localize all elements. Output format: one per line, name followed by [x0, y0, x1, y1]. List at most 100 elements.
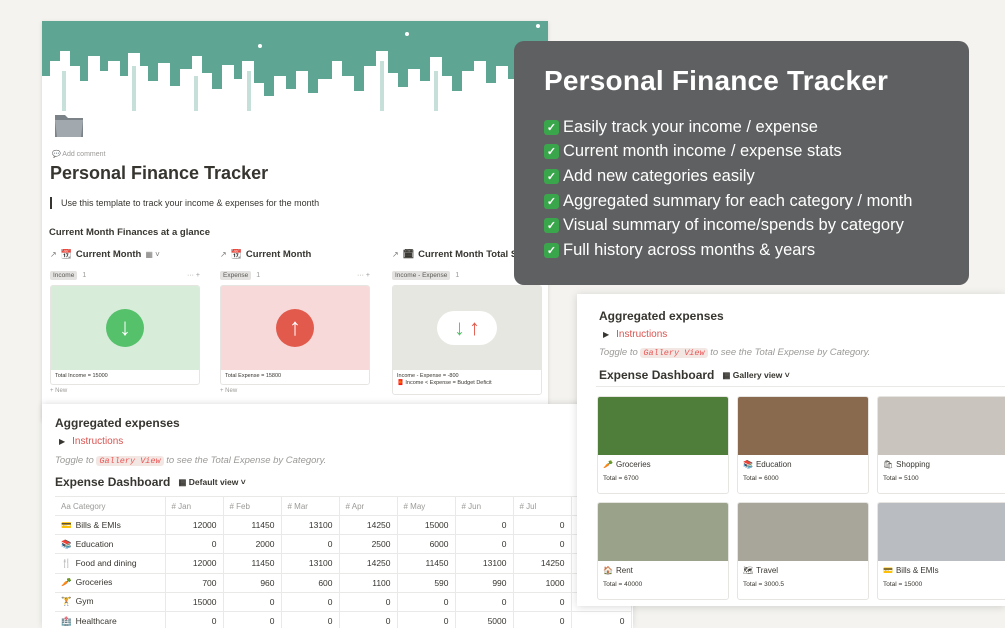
- value-cell[interactable]: 2000: [223, 534, 282, 555]
- category-cell[interactable]: 📚 Education: [55, 534, 166, 555]
- instructions-toggle[interactable]: ▶ Instructions: [603, 329, 667, 340]
- total-stats-card[interactable]: ↓ ↑ Income - Expense = -800 🧧 Income < Ex…: [392, 285, 542, 395]
- description-quote: Use this template to track your income &…: [50, 197, 319, 209]
- value-cell[interactable]: 1000: [513, 573, 572, 593]
- category-cell[interactable]: 💳 Bills & EMIs: [55, 515, 166, 536]
- value-cell[interactable]: 960: [223, 573, 282, 593]
- gallery-card[interactable]: 📚 Education Total = 6000: [737, 396, 869, 494]
- column-header[interactable]: # Mar: [281, 496, 340, 516]
- folder-icon[interactable]: [52, 107, 86, 141]
- expense-column-title[interactable]: ↗ 📆 Current Month: [220, 249, 370, 260]
- card-title-text: Rent: [615, 566, 633, 575]
- value-cell[interactable]: 0: [165, 534, 224, 555]
- expense-card[interactable]: ↑ Total Expense = 15800: [220, 285, 370, 385]
- category-icon: 💳: [61, 519, 72, 530]
- column-header[interactable]: # Apr: [339, 496, 398, 516]
- value-cell[interactable]: 600: [281, 573, 340, 593]
- income-card[interactable]: ↓ Total Income = 15000: [50, 285, 200, 385]
- value-cell[interactable]: 5000: [455, 611, 514, 628]
- value-cell[interactable]: 15000: [165, 592, 224, 612]
- card-title: 🥕 Groceries: [598, 455, 728, 469]
- column-header[interactable]: # Jan: [165, 496, 224, 516]
- category-cell[interactable]: 🥕 Groceries: [55, 573, 166, 593]
- more-options-icon[interactable]: ··· +: [187, 272, 200, 279]
- instructions-toggle[interactable]: ▶ Instructions: [59, 436, 123, 447]
- table-row[interactable]: 🏋 Gym 15000 0 0 0 0 0 0: [55, 592, 632, 612]
- calendar-icon: 📆: [230, 249, 242, 259]
- value-cell[interactable]: 13100: [455, 553, 514, 574]
- gallery-card[interactable]: 🗺 Travel Total = 3000.5: [737, 502, 869, 600]
- link-arrow-icon: ↗: [392, 250, 399, 259]
- table-row[interactable]: 🍴 Food and dining 12000 11450 13100 14250 1145…: [55, 553, 632, 574]
- value-cell[interactable]: 0: [281, 611, 340, 628]
- feature-item: ✓ Full history across months & years: [544, 238, 939, 263]
- category-icon: 🏋: [61, 596, 72, 607]
- feature-item: ✓ Aggregated summary for each category / …: [544, 189, 939, 214]
- value-cell[interactable]: 13100: [281, 553, 340, 574]
- value-cell[interactable]: 11450: [223, 553, 282, 574]
- value-cell[interactable]: 0: [513, 515, 572, 536]
- more-options-icon[interactable]: ··· +: [357, 272, 370, 279]
- value-cell[interactable]: 11450: [397, 553, 456, 574]
- new-item-button[interactable]: + New: [220, 388, 370, 394]
- value-cell[interactable]: 0: [281, 534, 340, 555]
- feature-item: ✓ Visual summary of income/spends by cate…: [544, 213, 939, 238]
- value-cell[interactable]: 0: [281, 592, 340, 612]
- new-item-button[interactable]: + New: [50, 388, 200, 394]
- value-cell[interactable]: 0: [513, 534, 572, 555]
- value-cell[interactable]: 990: [455, 573, 514, 593]
- value-cell[interactable]: 11450: [223, 515, 282, 536]
- table-row[interactable]: 🥕 Groceries 700 960 600 1100 590 990 1000: [55, 573, 632, 593]
- view-selector[interactable]: ▦ Default view ˅: [178, 477, 245, 488]
- value-cell[interactable]: 0: [571, 611, 632, 628]
- value-cell[interactable]: 12000: [165, 515, 224, 536]
- gallery-card[interactable]: 🛍 Shopping Total = 5100: [877, 396, 1005, 494]
- value-cell[interactable]: 0: [223, 592, 282, 612]
- card-cover-image: [878, 503, 1005, 561]
- category-cell[interactable]: 🏋 Gym: [55, 592, 166, 612]
- value-cell[interactable]: 0: [339, 592, 398, 612]
- value-cell[interactable]: 0: [165, 611, 224, 628]
- view-selector[interactable]: ▦ Gallery view ˅: [722, 370, 789, 381]
- column-header[interactable]: # Jun: [455, 496, 514, 516]
- gallery-card[interactable]: 🏠 Rent Total = 40000: [597, 502, 729, 600]
- income-column-title[interactable]: ↗ 📆 Current Month ▦ ˅: [50, 249, 200, 260]
- value-cell[interactable]: 0: [339, 611, 398, 628]
- gallery-card[interactable]: 💳 Bills & EMIs Total = 15000: [877, 502, 1005, 600]
- board-view-icon[interactable]: ▦ ˅: [145, 250, 159, 259]
- value-cell[interactable]: 0: [397, 592, 456, 612]
- value-cell[interactable]: 0: [455, 592, 514, 612]
- column-header[interactable]: # Jul: [513, 496, 572, 516]
- value-cell[interactable]: 590: [397, 573, 456, 593]
- column-header[interactable]: # Feb: [223, 496, 282, 516]
- value-cell[interactable]: 12000: [165, 553, 224, 574]
- value-cell[interactable]: 15000: [397, 515, 456, 536]
- category-label: Groceries: [75, 577, 113, 588]
- value-cell[interactable]: 6000: [397, 534, 456, 555]
- check-mark-icon: ✓: [544, 119, 559, 135]
- table-row[interactable]: 💳 Bills & EMIs 12000 11450 13100 14250 15000 0 0: [55, 515, 632, 536]
- category-cell[interactable]: 🍴 Food and dining: [55, 553, 166, 574]
- value-cell[interactable]: 14250: [339, 553, 398, 574]
- value-cell[interactable]: 1100: [339, 573, 398, 593]
- category-cell[interactable]: 🏥 Healthcare: [55, 611, 166, 628]
- value-cell[interactable]: 2500: [339, 534, 398, 555]
- value-cell[interactable]: 0: [455, 534, 514, 555]
- value-cell[interactable]: 0: [223, 611, 282, 628]
- column-header[interactable]: # May: [397, 496, 456, 516]
- gallery-view-code: Gallery View: [640, 348, 708, 358]
- value-cell[interactable]: 0: [513, 592, 572, 612]
- table-row[interactable]: 📚 Education 0 2000 0 2500 6000 0 0: [55, 534, 632, 555]
- value-cell[interactable]: 0: [513, 611, 572, 628]
- gallery-card[interactable]: 🥕 Groceries Total = 6700: [597, 396, 729, 494]
- value-cell[interactable]: 14250: [339, 515, 398, 536]
- value-cell[interactable]: 0: [397, 611, 456, 628]
- value-cell[interactable]: 14250: [513, 553, 572, 574]
- table-row[interactable]: 🏥 Healthcare 0 0 0 0 0 5000 0 0: [55, 611, 632, 628]
- add-comment-button[interactable]: 💬 Add comment: [52, 150, 105, 158]
- column-header[interactable]: Aa Category: [55, 496, 166, 516]
- value-cell[interactable]: 13100: [281, 515, 340, 536]
- value-cell[interactable]: 0: [455, 515, 514, 536]
- value-cell[interactable]: 700: [165, 573, 224, 593]
- calendar-icon: 🗓: [402, 249, 415, 259]
